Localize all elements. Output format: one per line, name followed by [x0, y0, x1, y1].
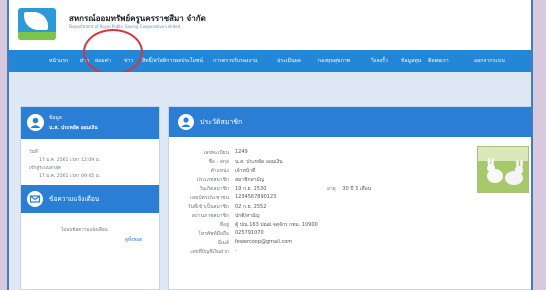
highlight-circle	[83, 29, 143, 75]
info-value: เจ้าหน้าที่	[235, 168, 256, 174]
main-content: ข้อมูล น.ส. ประหยัด ออมเงิน วันที่ 17 ม.…	[9, 72, 531, 290]
info-label: ประเภทสมาชิก	[196, 177, 229, 183]
logo-leaf-shape	[24, 12, 48, 30]
info-value: ปกติ/สามัญ	[235, 213, 260, 219]
profile-panel-header: ประวัติสมาชิก	[169, 107, 531, 137]
organization-name-en: Department of Royal Public Saving Cooper…	[69, 24, 181, 29]
info-label: ตำแหน่ง	[210, 168, 229, 174]
no-messages-text: ไม่พบข้อความแจ้งเตือน	[61, 228, 108, 233]
read-all-link[interactable]: ดูทั้งหมด	[125, 237, 142, 244]
profile-title: ประวัติสมาชิก	[200, 118, 243, 126]
info-label: เลขที่บัญชีเงินฝาก	[190, 249, 229, 255]
logo-grass-shape	[18, 32, 56, 40]
nav-item-logout[interactable]: ออกจากระบบ	[474, 57, 505, 65]
last-access-time: 17 ม.ค. 2561 เวลา 09:45 น.	[39, 174, 101, 179]
info-value: 02 ก.ย. 2552	[235, 204, 267, 210]
info-value: 19 ก.ย. 2530	[235, 186, 267, 192]
messages-header[interactable]: ข้อความแจ้งเตือน	[21, 185, 159, 213]
message-icon	[27, 191, 43, 207]
user-display-name: น.ส. ประหยัด ออมเงิน	[49, 125, 98, 131]
user-icon	[27, 114, 44, 131]
user-panel-header: ข้อมูล น.ส. ประหยัด ออมเงิน	[21, 107, 159, 139]
info-value: น.ส. ประหยัด ออมเงิน	[235, 159, 283, 165]
login-time: 17 ม.ค. 2561 เวลา 12:09 น.	[39, 158, 101, 163]
profile-user-icon	[178, 114, 194, 130]
user-panel-title: ข้อมูล	[49, 115, 62, 121]
age-value: 30 ปี 3 เดือน	[342, 186, 372, 192]
info-label: ที่อยู่	[219, 222, 229, 228]
info-row-age: อายุ 30 ปี 3 เดือน	[327, 185, 371, 193]
info-value: 025791070	[235, 230, 264, 236]
info-value: 1249	[235, 149, 248, 155]
info-label: อีเมล์	[217, 240, 229, 246]
info-value: 1234567890123	[235, 194, 277, 200]
age-label: อายุ	[327, 186, 336, 192]
nav-item-contact[interactable]: ติดต่อเรา	[428, 57, 449, 65]
info-label: วันเกิดสมาชิก	[199, 186, 229, 192]
info-label: สถานภาพสมาชิก	[191, 213, 229, 219]
nav-item-fence[interactable]: วิ่งลงรั้ว	[371, 57, 388, 65]
member-photo	[477, 146, 529, 193]
last-access-label: เข้าสู่ระบบล่าสุด	[29, 166, 62, 171]
nav-item-health-fund[interactable]: กองทุนสุขภาพ	[318, 57, 350, 65]
nav-item-home[interactable]: หน้าแรก	[49, 57, 68, 65]
info-label: เลขทะเบียน	[203, 150, 229, 156]
login-label: วันที่	[29, 150, 38, 155]
nav-item-capital[interactable]: ข้อมูลทุน	[401, 57, 421, 65]
info-value: -	[235, 248, 237, 254]
info-label: วันที่เข้าเป็นสมาชิก	[187, 204, 229, 210]
info-value: สมาชิกสามัญ	[235, 177, 264, 183]
info-label: ชื่อ - สกุล	[208, 159, 229, 165]
nav-item-evaluation[interactable]: ประเมินผล	[277, 57, 301, 65]
user-panel: ข้อมูล น.ส. ประหยัด ออมเงิน วันที่ 17 ม.…	[20, 106, 160, 290]
messages-title: ข้อความแจ้งเตือน	[49, 195, 100, 203]
nav-item-audit[interactable]: การตรวจรับรองงาน	[213, 57, 257, 65]
app-frame: สหกรณ์ออมทรัพย์ครูนครราชสีมา จำกัด Depar…	[7, 0, 533, 290]
nav-item-rights[interactable]: สิทธิ์/สวัสดิการผลประโยชน์	[142, 57, 203, 65]
info-label: เลขบัตรประชาชน	[190, 195, 229, 201]
info-label: โทรศัพท์มือถือ	[198, 231, 229, 237]
info-value: ตู้ ปณ.163 ปณฝ.จตุจักร กทม. 10900	[235, 222, 318, 228]
info-value: fewercoop@gmail.com	[235, 239, 293, 245]
cooperative-logo[interactable]	[18, 8, 56, 40]
